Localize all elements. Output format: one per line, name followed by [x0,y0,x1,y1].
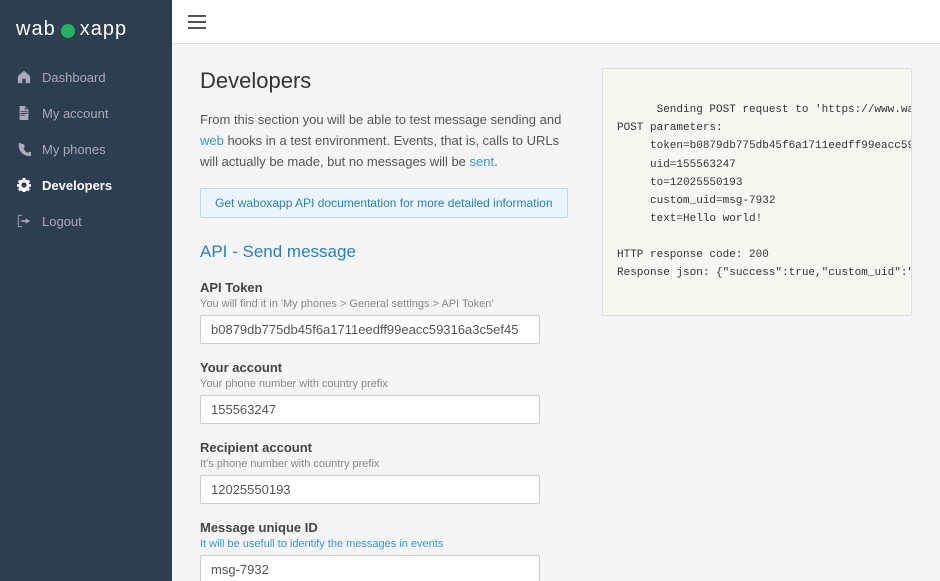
message-uid-label: Message unique ID [200,520,578,535]
field-group-recipient-account: Recipient account It's phone number with… [200,440,578,504]
recipient-account-input[interactable] [200,475,540,504]
sidebar-label-my-phones: My phones [42,142,106,157]
field-group-api-token: API Token You will find it in 'My phones… [200,280,578,344]
api-token-input[interactable] [200,315,540,344]
file-icon [16,105,32,121]
page-title: Developers [200,68,578,94]
sidebar-item-logout[interactable]: Logout [0,203,172,239]
home-icon [16,69,32,85]
your-account-hint: Your phone number with country prefix [200,378,578,390]
your-account-label: Your account [200,360,578,375]
sidebar-label-developers: Developers [42,178,112,193]
sidebar-item-my-account[interactable]: My account [0,95,172,131]
sidebar: wab xapp Dashboard My account My phones D… [0,0,172,581]
field-group-your-account: Your account Your phone number with coun… [200,360,578,424]
main-area: Developers From this section you will be… [172,0,940,581]
sidebar-item-my-phones[interactable]: My phones [0,131,172,167]
api-doc-button[interactable]: Get waboxapp API documentation for more … [200,188,568,218]
phone-icon [16,141,32,157]
sidebar-label-my-account: My account [42,106,108,121]
content-area: Developers From this section you will be… [172,44,940,581]
message-uid-input[interactable] [200,555,540,581]
hamburger-menu-button[interactable] [188,15,206,29]
logo-text-before: wab [16,18,56,41]
gear-icon [16,177,32,193]
logo-dot [61,24,75,38]
message-uid-hint: It will be usefull to identify the messa… [200,538,578,550]
sidebar-item-dashboard[interactable]: Dashboard [0,59,172,95]
sidebar-label-dashboard: Dashboard [42,70,106,85]
code-output-panel: Sending POST request to 'https://www.wab… [602,68,912,316]
sidebar-item-developers[interactable]: Developers [0,167,172,203]
sidebar-label-logout: Logout [42,214,82,229]
field-group-message-uid: Message unique ID It will be usefull to … [200,520,578,581]
recipient-account-label: Recipient account [200,440,578,455]
intro-text: From this section you will be able to te… [200,110,578,172]
sidebar-nav: Dashboard My account My phones Developer… [0,59,172,239]
api-section-title: API - Send message [200,242,578,262]
logout-icon [16,213,32,229]
code-output-text: Sending POST request to 'https://www.wab… [617,104,912,279]
left-panel: Developers From this section you will be… [200,68,578,557]
topbar [172,0,940,44]
api-token-label: API Token [200,280,578,295]
logo: wab xapp [0,0,172,59]
recipient-account-hint: It's phone number with country prefix [200,458,578,470]
your-account-input[interactable] [200,395,540,424]
logo-text-after: xapp [80,18,127,41]
api-token-hint: You will find it in 'My phones > General… [200,298,578,310]
